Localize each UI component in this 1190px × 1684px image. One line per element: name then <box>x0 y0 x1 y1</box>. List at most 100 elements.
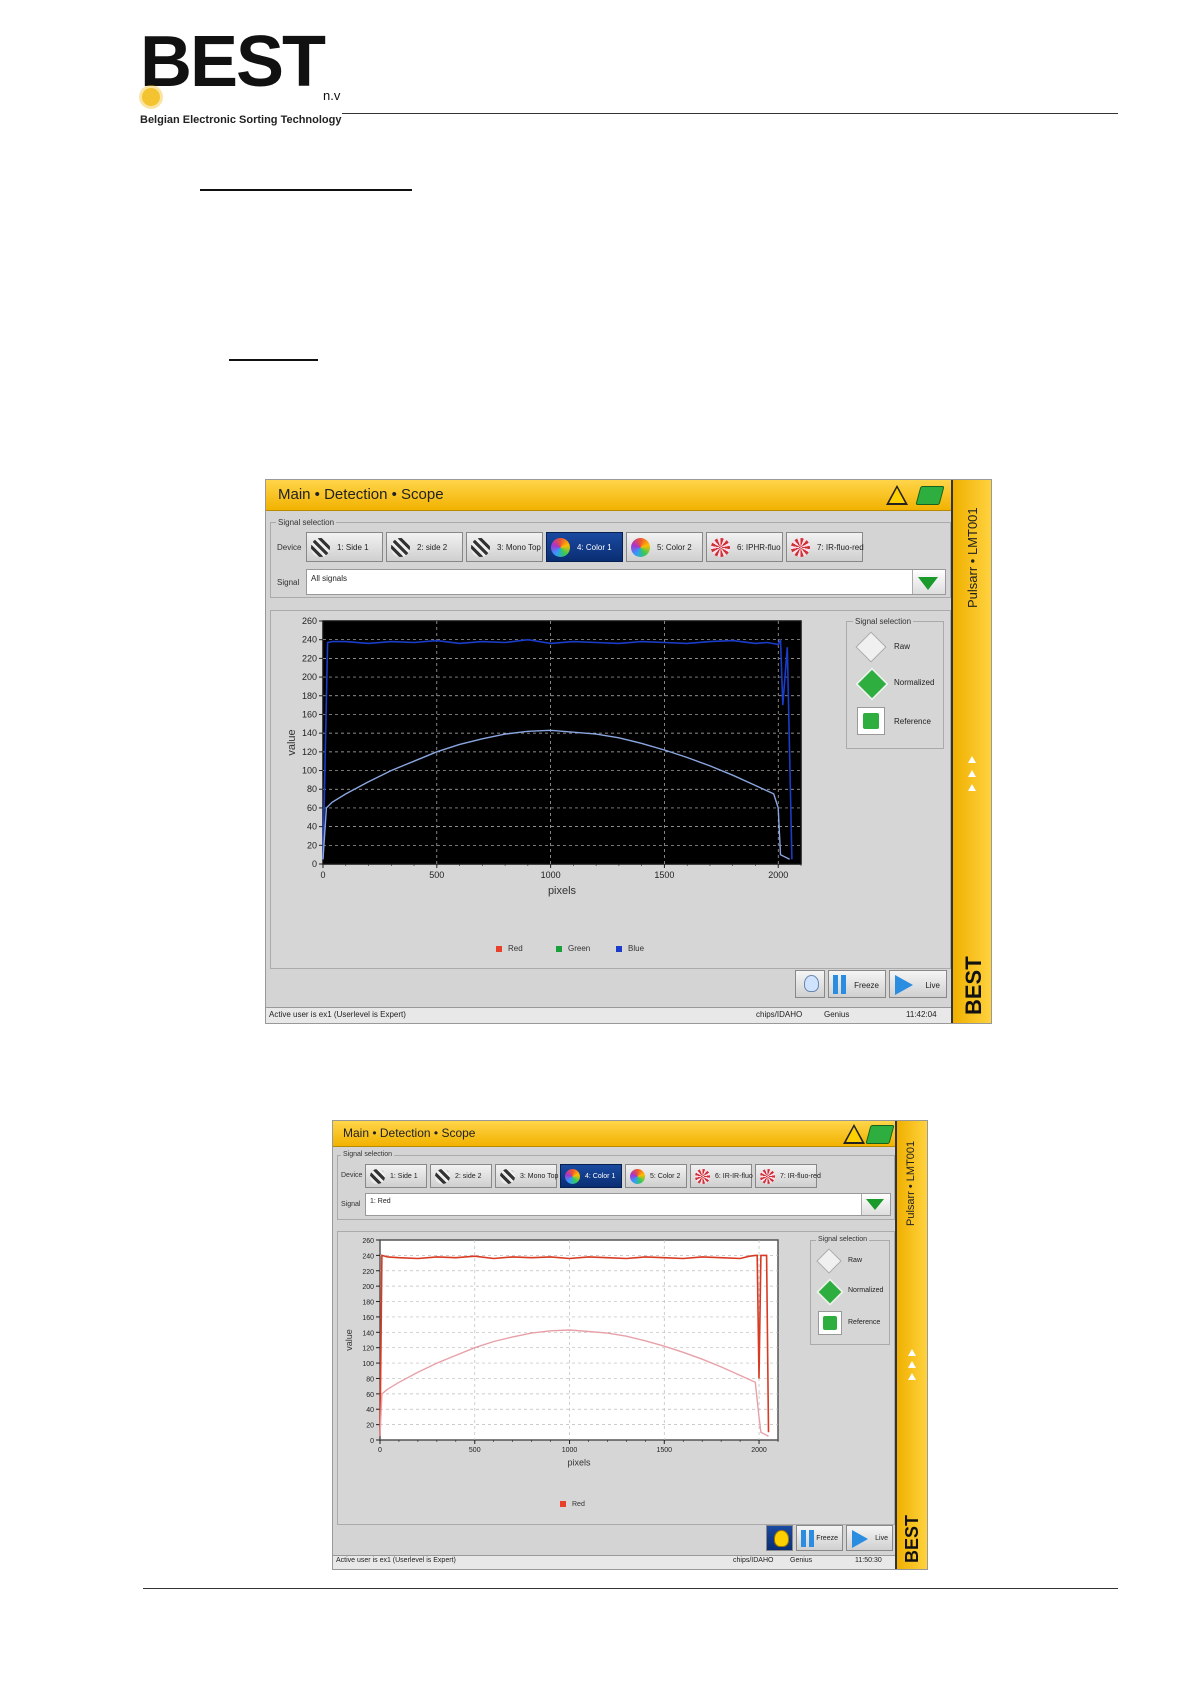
reference-square-icon[interactable] <box>818 1311 842 1335</box>
y-tick-label: 40 <box>307 822 317 832</box>
y-tick-label: 160 <box>362 1315 374 1322</box>
live-button[interactable]: Live <box>846 1525 893 1551</box>
device-button-fluo-7[interactable]: 7: IR-fluo-red <box>755 1164 821 1188</box>
status-mode: Genius <box>790 1557 813 1564</box>
scope-panel: 0 20 40 60 80 100 120 140 160 180 200 220 240 260 0 500… <box>270 610 951 969</box>
option-reference[interactable]: Reference <box>848 1319 880 1326</box>
y-tick-label: 80 <box>366 1376 374 1383</box>
device-button-side-2[interactable]: 2: side 2 <box>386 532 463 562</box>
option-reference[interactable]: Reference <box>894 717 931 726</box>
scope-screenshot-1: Main • Detection • Scope Signal selectio… <box>265 479 992 1024</box>
status-user: Active user is ex1 (Userlevel is Expert) <box>336 1557 456 1564</box>
x-tick-label: 1500 <box>656 1447 672 1454</box>
signal-label: Signal <box>277 578 300 587</box>
status-mode: Genius <box>824 1010 850 1019</box>
y-tick-label: 40 <box>366 1407 374 1414</box>
signal-value: 1: Red <box>370 1198 391 1205</box>
legend-item: Green <box>556 944 590 953</box>
y-tick-label: 120 <box>302 747 317 757</box>
y-tick-label: 220 <box>362 1269 374 1276</box>
light-button[interactable] <box>766 1525 793 1551</box>
device-button-side-2[interactable]: 2: side 2 <box>430 1164 492 1188</box>
device-button-fluo-6[interactable]: 6: IPHR-fluo <box>706 532 783 562</box>
device-button-fluo-7[interactable]: 7: IR-fluo-red <box>786 532 864 562</box>
device-button-mono-top[interactable]: 3: Mono Top <box>495 1164 558 1188</box>
y-tick-label: 0 <box>370 1438 374 1445</box>
sun-icon <box>142 88 160 106</box>
warning-icon[interactable] <box>886 485 908 505</box>
expand-arrows-icon[interactable] <box>908 1373 916 1380</box>
title-bar: Main • Detection • Scope <box>266 480 951 511</box>
device-button-color-2[interactable]: 5: Color 2 <box>625 1164 687 1188</box>
signal-dropdown[interactable]: 1: Red <box>365 1193 891 1216</box>
freeze-button[interactable]: Freeze <box>796 1525 843 1551</box>
option-normalized[interactable]: Normalized <box>848 1287 883 1294</box>
lightbulb-icon <box>804 975 819 992</box>
manual-book-icon[interactable] <box>865 1125 895 1144</box>
footer-rule <box>143 1588 1118 1589</box>
y-tick-label: 0 <box>312 859 317 869</box>
fluo-camera-icon <box>760 1169 775 1184</box>
option-raw[interactable]: Raw <box>848 1257 862 1264</box>
mono-camera-icon <box>435 1169 450 1184</box>
y-tick-label: 140 <box>302 728 317 738</box>
mono-camera-icon <box>471 538 490 557</box>
device-button-side-1[interactable]: 1: Side 1 <box>306 532 383 562</box>
logo-suffix: n.v <box>323 88 341 103</box>
pause-icon <box>833 975 838 994</box>
logo-wordmark: BEST <box>140 22 326 102</box>
y-tick-label: 80 <box>307 784 317 794</box>
y-tick-label: 260 <box>302 616 317 626</box>
x-tick-label: 1000 <box>562 1447 578 1454</box>
expand-arrows-icon[interactable] <box>968 756 976 763</box>
device-button-fluo-6[interactable]: 6: IR-IR-fluo <box>690 1164 753 1188</box>
plot-area <box>379 1239 779 1441</box>
signal-label: Signal <box>341 1201 361 1208</box>
x-tick-label: 1500 <box>654 870 674 880</box>
play-icon <box>852 1530 868 1548</box>
device-button-side-1[interactable]: 1: Side 1 <box>365 1164 427 1188</box>
y-tick-label: 60 <box>366 1392 374 1399</box>
reference-square-icon[interactable] <box>857 707 885 735</box>
manual-book-icon[interactable] <box>915 486 945 505</box>
breadcrumb[interactable]: Main • Detection • Scope <box>278 486 444 503</box>
device-button-color-1[interactable]: 4: Color 1 <box>560 1164 622 1188</box>
device-button-mono-top[interactable]: 3: Mono Top <box>466 532 543 562</box>
color-camera-icon <box>630 1169 645 1184</box>
y-tick-label: 200 <box>362 1284 374 1291</box>
warning-icon[interactable] <box>843 1124 865 1144</box>
expand-arrows-icon[interactable] <box>908 1349 916 1356</box>
y-tick-label: 160 <box>302 709 317 719</box>
y-tick-label: 240 <box>362 1253 374 1260</box>
device-button-color-2[interactable]: 5: Color 2 <box>626 532 703 562</box>
freeze-button[interactable]: Freeze <box>828 970 886 998</box>
breadcrumb[interactable]: Main • Detection • Scope <box>343 1126 475 1140</box>
light-button[interactable] <box>795 970 825 998</box>
expand-arrows-icon[interactable] <box>968 770 976 777</box>
heading-underline <box>200 189 412 191</box>
live-button[interactable]: Live <box>889 970 947 998</box>
fluo-camera-icon <box>791 538 810 557</box>
x-tick-label: 2000 <box>751 1447 767 1454</box>
expand-arrows-icon[interactable] <box>968 784 976 791</box>
device-button-color-1[interactable]: 4: Color 1 <box>546 532 623 562</box>
y-tick-label: 140 <box>362 1330 374 1337</box>
status-time: 11:42:04 <box>906 1010 937 1019</box>
chevron-down-icon[interactable] <box>861 1194 890 1215</box>
legend-item: Red <box>560 1501 585 1508</box>
scope-screenshot-2: Main • Detection • Scope Signal selectio… <box>332 1120 928 1570</box>
color-camera-icon <box>631 538 650 557</box>
x-axis-label: pixels <box>548 885 577 897</box>
options-title: Signal selection <box>853 617 914 626</box>
option-raw[interactable]: Raw <box>894 642 910 651</box>
x-axis-label: pixels <box>567 1457 591 1467</box>
fluo-camera-icon <box>695 1169 710 1184</box>
device-label: Device <box>277 543 302 552</box>
option-normalized[interactable]: Normalized <box>894 678 934 687</box>
scope-chart: 0 20 40 60 80 100 120 140 160 180 200 220 240 260 0 500… <box>286 616 802 897</box>
signal-dropdown[interactable]: All signals <box>306 569 946 595</box>
chevron-down-icon[interactable] <box>912 570 945 594</box>
expand-arrows-icon[interactable] <box>908 1361 916 1368</box>
y-tick-label: 20 <box>366 1423 374 1430</box>
title-bar: Main • Detection • Scope <box>333 1121 895 1147</box>
